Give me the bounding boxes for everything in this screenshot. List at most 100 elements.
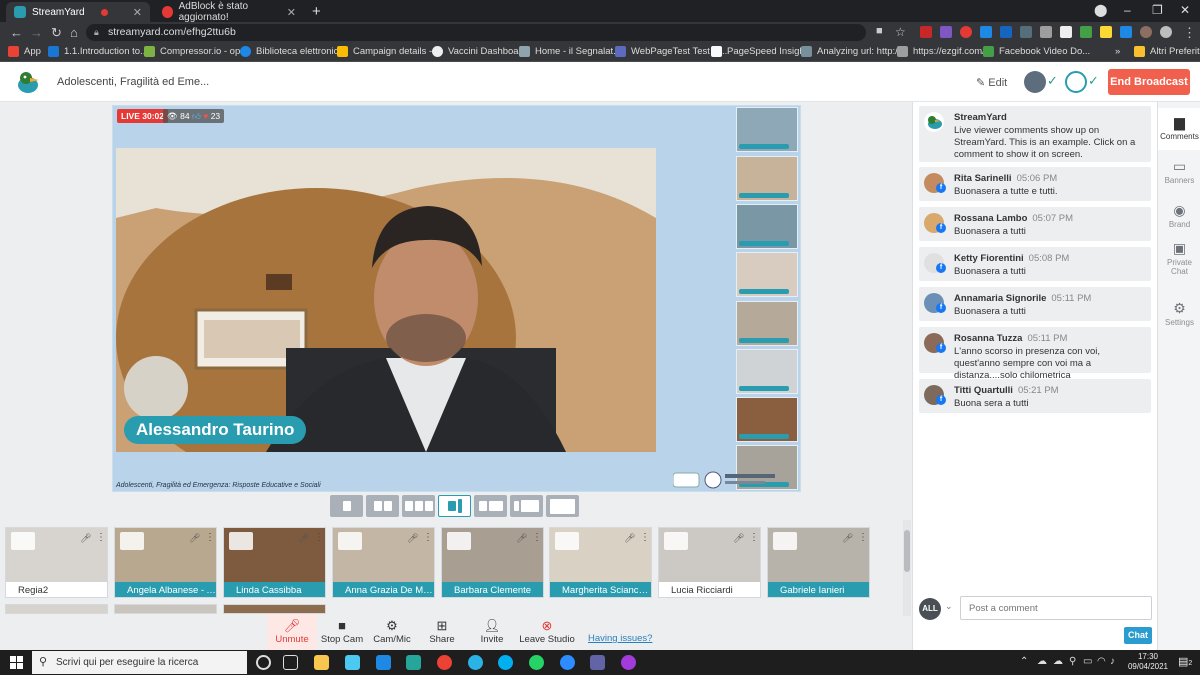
more-options-icon[interactable]: ⋮ <box>205 532 215 543</box>
reload-icon[interactable]: ↻ <box>51 25 62 41</box>
comment-item[interactable]: StreamYard Live viewer comments show up … <box>919 106 1151 162</box>
invite-button[interactable]: 👤︎ Invite <box>467 614 517 650</box>
participant-card[interactable] <box>223 604 326 614</box>
participant-card[interactable]: 🎤︎ ⋮ Anna Grazia De Marzo <box>332 527 435 598</box>
streamyard-logo-icon[interactable] <box>14 68 42 96</box>
bookmark-item[interactable]: 1.1.Introduction to... <box>48 46 148 57</box>
puzzle-icon[interactable] <box>1140 26 1152 38</box>
extension-icon[interactable] <box>1100 26 1112 38</box>
youtube-destination-avatar[interactable] <box>1065 71 1087 93</box>
bookmark-item[interactable]: PageSpeed Insights <box>711 46 812 57</box>
stage-thumbnail[interactable] <box>736 156 798 201</box>
layout-screen-button[interactable] <box>474 495 507 517</box>
cloud-icon[interactable]: ☁ <box>1037 656 1047 667</box>
rail-private-chat[interactable]: ▣ Private Chat <box>1158 238 1200 286</box>
remove-from-stage-button[interactable] <box>338 532 362 550</box>
skype-icon[interactable] <box>498 655 513 670</box>
edge-icon[interactable] <box>468 655 483 670</box>
chevron-down-icon[interactable]: ⌄ <box>945 601 953 612</box>
participant-card[interactable]: 🎤︎ ⋮ Gabriele Ianieri <box>767 527 870 598</box>
more-options-icon[interactable]: ⋮ <box>532 532 542 543</box>
cortana-icon[interactable] <box>256 655 271 670</box>
url-input[interactable]: 🔒︎ streamyard.com/efhg2ttu6b <box>86 24 866 41</box>
participant-card[interactable]: 🎤︎ ⋮ Margherita Sciancale... <box>549 527 652 598</box>
stage-thumbnail[interactable] <box>736 252 798 297</box>
taskbar-search-input[interactable]: ⚲ Scrivi qui per eseguire la ricerca <box>32 651 247 674</box>
layout-leader-button[interactable] <box>438 495 471 517</box>
bookmark-item[interactable]: Biblioteca elettronic... <box>240 46 346 57</box>
stage-thumbnail[interactable] <box>736 107 798 152</box>
comment-item[interactable]: f Ketty Fiorentini 05:08 PM Buonasera a t… <box>919 247 1151 281</box>
unmute-button[interactable]: 🎤︎ Unmute <box>267 614 317 650</box>
participant-card[interactable] <box>114 604 217 614</box>
leave-studio-button[interactable]: ⊗ Leave Studio <box>517 614 577 650</box>
bookmark-item[interactable]: Compressor.io - op... <box>144 46 248 57</box>
task-view-icon[interactable] <box>283 655 298 670</box>
add-to-stage-button[interactable] <box>664 532 688 550</box>
restore-icon[interactable]: ❐ <box>1152 3 1163 17</box>
extension-icon[interactable] <box>1000 26 1012 38</box>
post-comment-input[interactable] <box>960 596 1152 620</box>
extension-icon[interactable] <box>1020 26 1032 38</box>
rail-brand[interactable]: ◉ Brand <box>1158 196 1200 238</box>
layout-split-button[interactable] <box>366 495 399 517</box>
participant-card[interactable]: 🎤︎ ⋮ Regia2 <box>5 527 108 598</box>
windows-start-icon[interactable] <box>10 656 23 669</box>
file-explorer-icon[interactable] <box>314 655 329 670</box>
speaker-name-banner[interactable]: Alessandro Taurino <box>124 416 307 444</box>
close-icon[interactable]: ✕ <box>287 6 296 19</box>
more-options-icon[interactable]: ⋮ <box>640 532 650 543</box>
comment-item[interactable]: f Annamaria Signorile 05:11 PM Buonasera … <box>919 287 1151 321</box>
more-bookmarks-icon[interactable]: » <box>1115 46 1120 57</box>
tab-streamyard[interactable]: StreamYard ✕ <box>6 2 150 22</box>
main-speaker-video[interactable]: Alessandro Taurino <box>116 148 656 452</box>
forward-icon[interactable]: → <box>30 25 43 40</box>
scrollbar-thumb[interactable] <box>904 530 910 572</box>
bookmark-item[interactable]: App <box>8 46 41 57</box>
layout-solo-button[interactable] <box>330 495 363 517</box>
participant-card[interactable]: 🎤︎ ⋮ Angela Albanese - An... <box>114 527 217 598</box>
mail-icon[interactable] <box>376 655 391 670</box>
extension-icon[interactable] <box>980 26 992 38</box>
bookmark-item[interactable]: Home - il Segnalat... <box>519 46 621 57</box>
close-icon[interactable]: ✕ <box>133 6 142 19</box>
cloud-icon[interactable]: ☁ <box>1053 656 1063 667</box>
stage-thumbnail[interactable] <box>736 204 798 249</box>
stage-thumbnail[interactable] <box>736 349 798 394</box>
bookmark-item[interactable]: Facebook Video Do... <box>983 46 1090 57</box>
comment-item[interactable]: f Rita Sarinelli 05:06 PM Buonasera a tut… <box>919 167 1151 201</box>
store-icon[interactable] <box>345 655 360 670</box>
camera-icon[interactable]: ■ <box>876 25 883 37</box>
broadcast-title[interactable]: Adolescenti, Fragilità ed Eme... <box>57 76 209 88</box>
translate-extension-icon[interactable] <box>1120 26 1132 38</box>
teams-icon[interactable] <box>590 655 605 670</box>
avatar[interactable] <box>1160 26 1172 38</box>
bookmark-item[interactable]: Vaccini Dashboard <box>432 46 527 57</box>
back-icon[interactable]: ← <box>10 25 23 40</box>
comment-item[interactable]: f Titti Quartulli 05:21 PM Buona sera a t… <box>919 379 1151 413</box>
layout-fullscreen-button[interactable] <box>546 495 579 517</box>
bookmark-item[interactable]: Analyzing url: http:/... <box>801 46 906 57</box>
participant-card[interactable]: 🎤︎ ⋮ Linda Cassibba <box>223 527 326 598</box>
stage-thumbnail[interactable] <box>736 397 798 442</box>
more-options-icon[interactable]: ⋮ <box>314 532 324 543</box>
remove-from-stage-button[interactable] <box>773 532 797 550</box>
stage-thumbnail[interactable] <box>736 301 798 346</box>
end-broadcast-button[interactable]: End Broadcast <box>1108 69 1190 95</box>
chrome-icon[interactable] <box>437 655 452 670</box>
taskbar-clock[interactable]: 17:30 09/04/2021 <box>1126 652 1170 672</box>
remove-from-stage-button[interactable] <box>555 532 579 550</box>
comment-item[interactable]: f Rossana Lambo 05:07 PM Buonasera a tutt… <box>919 207 1151 241</box>
chat-send-button[interactable]: Chat <box>1124 627 1152 644</box>
participant-card[interactable]: 🎤︎ ⋮ Lucia Ricciardi <box>658 527 761 598</box>
minimize-icon[interactable]: – <box>1124 3 1131 17</box>
remove-from-stage-button[interactable] <box>120 532 144 550</box>
battery-icon[interactable]: ▭ <box>1083 656 1092 667</box>
menu-icon[interactable]: ⋮ <box>1183 25 1196 41</box>
participants-scrollbar[interactable] <box>903 520 911 616</box>
comment-filter-button[interactable]: ALL <box>919 598 941 620</box>
extension-icon[interactable] <box>1040 26 1052 38</box>
star-icon[interactable]: ☆ <box>895 25 906 39</box>
participant-card[interactable]: 🎤︎ ⋮ Barbara Clemente <box>441 527 544 598</box>
facebook-destination-avatar[interactable] <box>1024 71 1046 93</box>
